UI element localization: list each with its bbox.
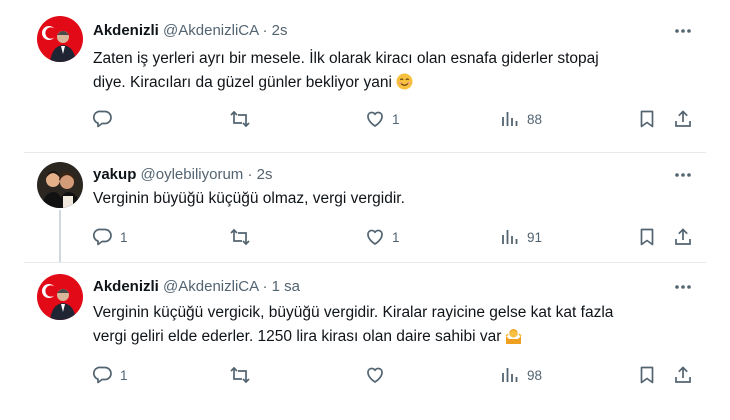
tweet-text-line: Zaten iş yerleri ayrı bir mesele. İlk ol… — [93, 50, 599, 67]
avatar[interactable] — [37, 274, 83, 320]
tweet-text: Zaten iş yerleri ayrı bir mesele. İlk ol… — [93, 47, 693, 95]
tweet[interactable]: yakup @oylebiliyorum · 2s Verginin büyüğ… — [0, 152, 730, 262]
like-button[interactable]: 1 — [365, 107, 400, 131]
reply-icon — [93, 228, 112, 246]
author-name[interactable]: Akdenizli — [93, 22, 159, 39]
timestamp[interactable]: 2s — [257, 166, 273, 183]
tweet-text-line: diye. Kiracıları da güzel günler bekliyo… — [93, 71, 693, 95]
author-name[interactable]: yakup — [93, 166, 136, 183]
tweet-header: Akdenizli @AkdenizliCA · 2s — [93, 22, 288, 39]
timestamp[interactable]: 2s — [272, 22, 288, 39]
like-button[interactable]: 1 — [365, 225, 400, 249]
action-bar: 1 98 — [0, 363, 730, 387]
author-handle[interactable]: @AkdenizliCA — [163, 22, 258, 39]
tweet-header: Akdenizli @AkdenizliCA · 1 sa — [93, 278, 300, 295]
retweet-button[interactable] — [229, 225, 258, 249]
bookmark-icon — [640, 366, 654, 384]
tweet-text-line-content: vergi geliri elde ederler. 1250 lira kir… — [93, 328, 502, 345]
like-count: 1 — [392, 229, 400, 245]
avatar[interactable] — [37, 162, 83, 208]
reply-count: 1 — [120, 367, 128, 383]
retweet-icon — [230, 228, 250, 246]
reply-button[interactable]: 1 — [93, 225, 128, 249]
more-icon[interactable] — [672, 278, 694, 296]
shrugging-person-icon — [505, 327, 522, 344]
views-button[interactable]: 98 — [500, 363, 542, 387]
bookmark-button[interactable] — [637, 363, 657, 387]
separator: · — [262, 278, 268, 295]
heart-icon — [367, 229, 383, 245]
tweet-text-line: Verginin küçüğü vergicik, büyüğü vergidi… — [93, 304, 614, 321]
analytics-icon — [502, 112, 518, 126]
views-button[interactable]: 91 — [500, 225, 542, 249]
reply-button[interactable]: 1 — [93, 363, 128, 387]
author-handle[interactable]: @AkdenizliCA — [163, 278, 258, 295]
tweet-text: Verginin büyüğü küçüğü olmaz, vergi verg… — [93, 187, 693, 211]
reply-count: 1 — [120, 229, 128, 245]
tweet-text-line-content: diye. Kiracıları da güzel günler bekliyo… — [93, 74, 392, 91]
share-button[interactable] — [673, 225, 693, 249]
smiling-face-icon — [396, 73, 413, 90]
bookmark-icon — [640, 110, 654, 128]
view-count: 88 — [527, 111, 543, 127]
tweet-text-line: Verginin büyüğü küçüğü olmaz, vergi verg… — [93, 190, 405, 207]
timestamp[interactable]: 1 sa — [272, 278, 300, 295]
tweet-header: yakup @oylebiliyorum · 2s — [93, 166, 272, 183]
separator: · — [247, 166, 253, 183]
more-icon[interactable] — [672, 22, 694, 40]
tweet[interactable]: Akdenizli @AkdenizliCA · 2s Zaten iş yer… — [0, 0, 730, 152]
view-count: 91 — [527, 229, 543, 245]
bookmark-icon — [640, 228, 654, 246]
heart-icon — [367, 111, 383, 127]
views-button[interactable]: 88 — [500, 107, 542, 131]
action-bar: 1 1 91 — [0, 225, 730, 249]
retweet-button[interactable] — [229, 363, 258, 387]
action-bar: 1 88 — [0, 107, 730, 131]
bookmark-button[interactable] — [637, 107, 657, 131]
reply-icon — [93, 110, 112, 128]
view-count: 98 — [527, 367, 543, 383]
share-icon — [675, 228, 691, 245]
avatar[interactable] — [37, 16, 83, 62]
share-button[interactable] — [673, 107, 693, 131]
reply-button[interactable] — [93, 107, 120, 131]
bookmark-button[interactable] — [637, 225, 657, 249]
like-count: 1 — [392, 111, 400, 127]
author-name[interactable]: Akdenizli — [93, 278, 159, 295]
tweet-text-line: vergi geliri elde ederler. 1250 lira kir… — [93, 325, 693, 349]
retweet-icon — [230, 110, 250, 128]
reply-icon — [93, 366, 112, 384]
analytics-icon — [502, 230, 518, 244]
more-icon[interactable] — [672, 166, 694, 184]
analytics-icon — [502, 368, 518, 382]
retweet-button[interactable] — [229, 107, 258, 131]
share-icon — [675, 110, 691, 127]
separator: · — [262, 22, 268, 39]
tweet[interactable]: Akdenizli @AkdenizliCA · 1 sa Verginin k… — [0, 262, 730, 420]
share-button[interactable] — [673, 363, 693, 387]
heart-icon — [367, 367, 383, 383]
like-button[interactable] — [365, 363, 392, 387]
share-icon — [675, 366, 691, 383]
retweet-icon — [230, 366, 250, 384]
author-handle[interactable]: @oylebiliyorum — [141, 166, 244, 183]
tweet-text: Verginin küçüğü vergicik, büyüğü vergidi… — [93, 301, 693, 349]
